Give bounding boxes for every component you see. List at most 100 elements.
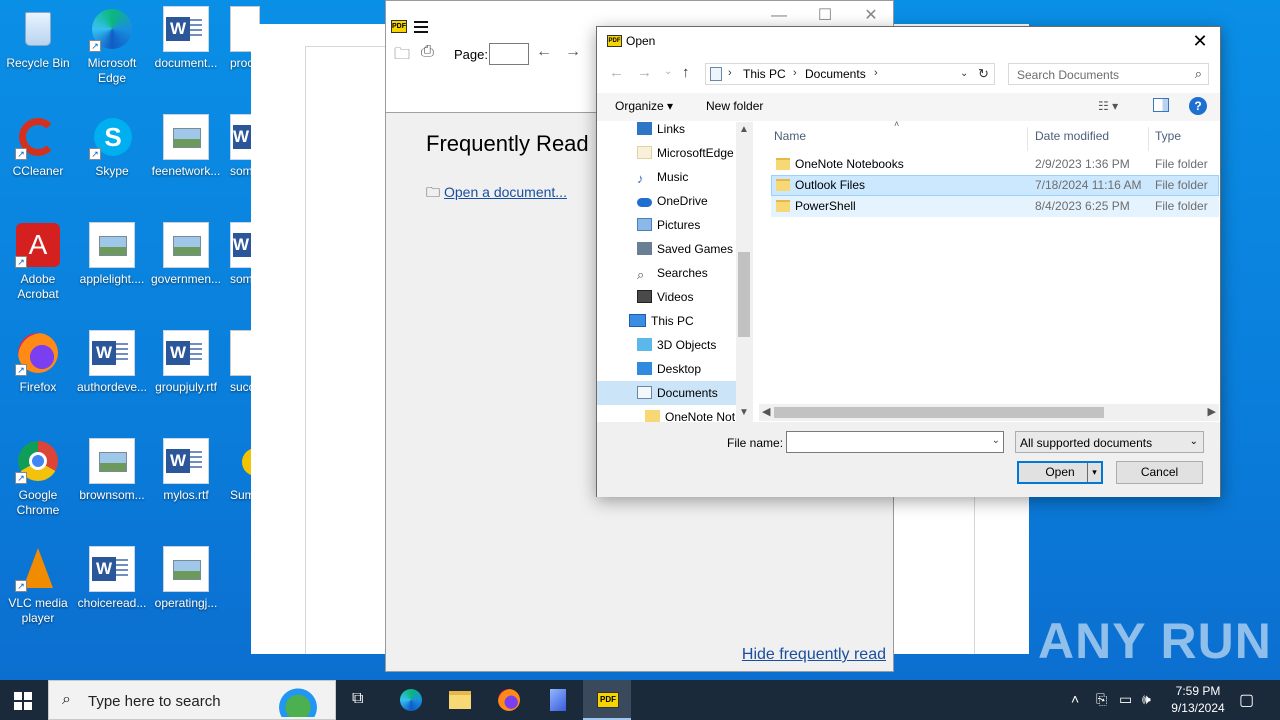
tree-item-links[interactable]: Links [637, 122, 685, 141]
column-name[interactable]: Name [774, 129, 806, 143]
clock[interactable]: 7:59 PM 9/13/2024 [1162, 683, 1234, 717]
tree-item-3d-objects[interactable]: 3D Objects [637, 333, 716, 357]
desktop-icon-acrobat[interactable]: A ↗ Adobe Acrobat [0, 222, 76, 302]
forward-icon[interactable]: → [637, 64, 652, 81]
this-pc-icon [629, 314, 646, 327]
pdf-app-logo-icon: PDF [607, 35, 622, 47]
pdf-app-icon: PDF [597, 692, 619, 708]
address-bar[interactable]: › This PC › Documents › ⌄ ↻ [705, 63, 995, 85]
search-icon: ⌕ [1194, 66, 1202, 81]
desktop-icon-label: som [230, 272, 253, 286]
tree-item-onenote[interactable]: OneNote Not [645, 405, 735, 422]
tree-item-videos[interactable]: Videos [637, 285, 693, 309]
cancel-button[interactable]: Cancel [1116, 461, 1203, 484]
desktop-icon-operatingj[interactable]: operatingj... [148, 546, 224, 611]
desktop-icon-chrome[interactable]: ↗ Google Chrome [0, 438, 76, 518]
desktop-icon-vlc[interactable]: ↗ VLC media player [0, 546, 76, 626]
hamburger-menu-icon[interactable] [414, 21, 428, 33]
up-folder-icon[interactable]: ↑ [682, 64, 690, 81]
help-icon[interactable]: ? [1189, 97, 1207, 115]
links-icon [637, 122, 652, 135]
desktop-icon-recycle-bin[interactable]: Recycle Bin [0, 6, 76, 71]
taskbar-search-box[interactable]: ⌕ Type here to search [48, 680, 336, 720]
desktop-icon-label: operatingj... [154, 596, 218, 610]
tree-item-searches[interactable]: ⌕ Searches [637, 261, 708, 285]
tree-item-desktop[interactable]: Desktop [637, 357, 701, 381]
tree-item-pictures[interactable]: Pictures [637, 213, 700, 237]
tree-item-this-pc[interactable]: This PC [629, 309, 694, 333]
file-row-onenote-notebooks[interactable]: OneNote Notebooks 2/9/2023 1:36 PM File … [771, 154, 1219, 175]
dialog-footer: File name: ⌄ All supported documents ⌄ O… [597, 422, 1220, 497]
column-type[interactable]: Type [1155, 129, 1181, 143]
print-icon[interactable]: ⎙ [421, 43, 434, 61]
page-number-input[interactable] [489, 43, 529, 65]
tree-item-onedrive[interactable]: OneDrive [637, 189, 708, 213]
desktop-icon-edge[interactable]: ↗ Microsoft Edge [74, 6, 150, 86]
taskbar-file-explorer[interactable] [435, 680, 483, 720]
tree-item-music[interactable]: ♪ Music [637, 165, 688, 189]
tree-item-documents[interactable]: Documents [597, 381, 736, 405]
file-row-powershell[interactable]: PowerShell 8/4/2023 6:25 PM File folder [771, 196, 1219, 217]
search-documents-input[interactable]: Search Documents ⌕ [1008, 63, 1209, 85]
hide-frequently-read-link[interactable]: Hide frequently read [742, 646, 886, 664]
back-icon[interactable]: ← [609, 64, 624, 81]
new-folder-button[interactable]: New folder [706, 99, 763, 113]
chevron-down-icon[interactable]: ⌄ [992, 435, 1000, 446]
file-name-input[interactable]: ⌄ [786, 431, 1004, 453]
taskbar-pdf-viewer[interactable]: PDF [583, 680, 631, 720]
image-file-icon [89, 222, 135, 268]
organize-button[interactable]: Organize ▾ [615, 99, 673, 113]
search-icon: ⌕ [62, 691, 71, 708]
page-label: Page: [454, 47, 488, 62]
desktop-icon-applelight[interactable]: applelight.... [74, 222, 150, 287]
desktop-icon-document[interactable]: W document... [148, 6, 224, 71]
show-hidden-icons-icon[interactable]: ˄ [1071, 691, 1079, 707]
volume-icon[interactable]: 🕪 [1142, 691, 1151, 708]
open-document-link[interactable]: Open a document... [444, 184, 567, 200]
dialog-close-button[interactable]: ✕ [1186, 30, 1214, 54]
task-view-button[interactable]: ⧉ [336, 680, 384, 720]
desktop-icon-groupjuly[interactable]: W groupjuly.rtf [148, 330, 224, 395]
breadcrumb-this-pc[interactable]: This PC [743, 67, 786, 81]
desktop-icon-governmen[interactable]: governmen... [148, 222, 224, 287]
previous-page-icon[interactable]: ← [536, 43, 552, 61]
tree-item-microsoftedge[interactable]: MicrosoftEdge [637, 141, 734, 165]
taskbar-firefox[interactable] [484, 680, 532, 720]
desktop-icon-skype[interactable]: S ↗ Skype [74, 114, 150, 179]
refresh-icon[interactable]: ↻ [978, 66, 989, 82]
desktop-icon-brownsom[interactable]: brownsom... [74, 438, 150, 503]
view-options-icon[interactable]: ☷ ▾ [1098, 99, 1118, 113]
breadcrumb-documents[interactable]: Documents [805, 67, 866, 81]
column-date-modified[interactable]: Date modified [1035, 129, 1109, 143]
open-document-link-row[interactable]: 🗀 Open a document... [426, 182, 567, 206]
start-button[interactable] [14, 692, 32, 710]
preview-pane-icon[interactable] [1153, 98, 1169, 112]
desktop-icon-label: Firefox [19, 380, 57, 394]
navigation-scrollbar[interactable]: ▲ ▼ [736, 122, 753, 422]
file-list-horizontal-scrollbar[interactable]: ◀ ▶ [759, 404, 1219, 421]
notifications-icon[interactable]: ▢ [1239, 690, 1254, 710]
file-type-select[interactable]: All supported documents ⌄ [1015, 431, 1204, 453]
network-icon[interactable]: ⎘ [1096, 691, 1107, 708]
address-dropdown-icon[interactable]: ⌄ [960, 68, 968, 79]
desktop-icon-feenetwork[interactable]: feenetwork... [148, 114, 224, 179]
open-options-dropdown-icon[interactable]: ▾ [1087, 463, 1101, 482]
taskbar-app-blue[interactable] [533, 680, 581, 720]
desktop-icon-firefox[interactable]: ↗ Firefox [0, 330, 76, 395]
file-row-outlook-files[interactable]: Outlook Files 7/18/2024 11:16 AM File fo… [771, 175, 1219, 196]
open-button[interactable]: Open ▾ [1017, 461, 1103, 484]
desktop-icon-label: feenetwork... [151, 164, 221, 178]
desktop-icon-authordeve[interactable]: W authordeve... [74, 330, 150, 395]
clock-date: 9/13/2024 [1171, 701, 1225, 715]
tree-item-saved-games[interactable]: Saved Games [637, 237, 733, 261]
desktop-icon-mylos[interactable]: W mylos.rtf [148, 438, 224, 503]
desktop-icon-choiceread[interactable]: W choiceread... [74, 546, 150, 611]
taskbar-edge[interactable] [386, 680, 434, 720]
recent-locations-icon[interactable]: ⌄ [664, 66, 672, 77]
next-page-icon[interactable]: → [565, 43, 581, 61]
sort-ascending-icon: ˄ [894, 119, 900, 129]
open-folder-icon[interactable]: 🗀 [394, 43, 410, 70]
word-doc-icon: W [89, 330, 135, 376]
desktop-icon-ccleaner[interactable]: ↗ CCleaner [0, 114, 76, 179]
display-icon[interactable]: ▭ [1119, 691, 1132, 708]
